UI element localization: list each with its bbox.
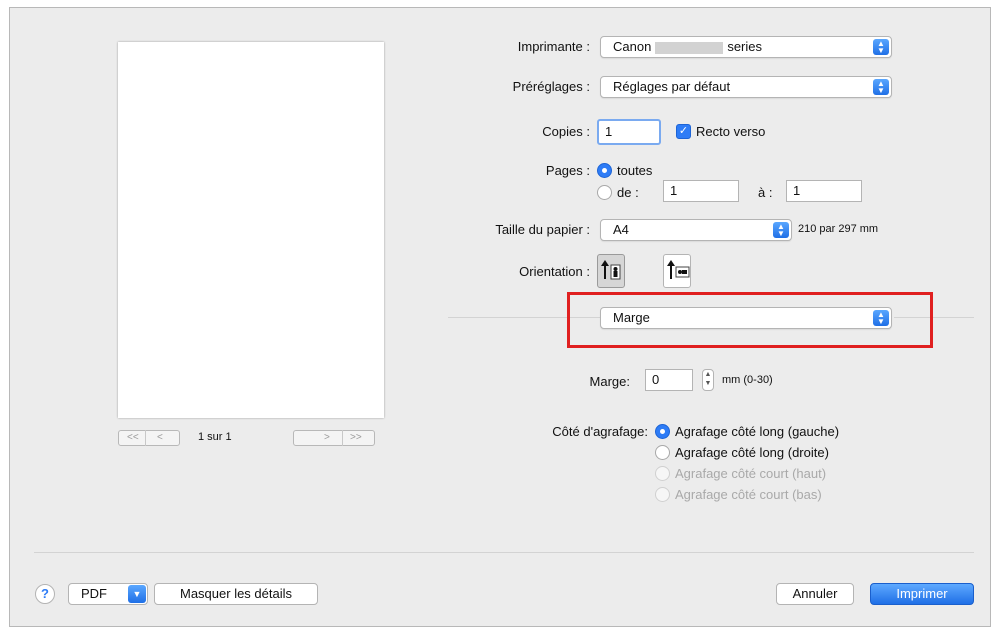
staple-short-bottom-radio	[655, 487, 670, 502]
nav-divider	[342, 430, 343, 446]
hide-details-button[interactable]: Masquer les détails	[154, 583, 318, 605]
popup-arrows-icon: ▲ ▼	[873, 39, 889, 55]
staple-short-top-label: Agrafage côté court (haut)	[675, 466, 827, 481]
margin-label: Marge:	[589, 374, 630, 389]
landscape-orientation-button[interactable]	[663, 254, 691, 288]
preview-first-prev-buttons[interactable]: << <	[118, 430, 180, 446]
section-popup[interactable]: Marge ▲ ▼	[600, 307, 892, 329]
printer-label: Imprimante :	[517, 39, 590, 54]
margin-stepper[interactable]: ▲ ▼	[702, 369, 714, 391]
presets-value: Réglages par défaut	[613, 79, 731, 94]
preview-next-last-buttons[interactable]: > >>	[293, 430, 375, 446]
print-dialog: << < 1 sur 1 > >> Imprimante : Canon seri…	[9, 7, 991, 627]
pdf-menu-button[interactable]: PDF ▼	[68, 583, 148, 605]
pdf-label: PDF	[81, 586, 107, 601]
popup-arrows-icon: ▲ ▼	[773, 222, 789, 238]
staple-long-right-radio[interactable]	[655, 445, 670, 460]
presets-popup[interactable]: Réglages par défaut ▲ ▼	[600, 76, 892, 98]
presets-label: Préréglages :	[512, 79, 590, 94]
orientation-label: Orientation :	[519, 264, 590, 279]
section-popup-value: Marge	[613, 310, 650, 325]
paper-size-popup[interactable]: A4 ▲ ▼	[600, 219, 792, 241]
first-page-button[interactable]: <<	[127, 431, 139, 445]
staple-long-right-label: Agrafage côté long (droite)	[675, 445, 829, 460]
pages-all-radio[interactable]	[597, 163, 612, 178]
print-button[interactable]: Imprimer	[870, 583, 974, 605]
portrait-orientation-button[interactable]	[597, 254, 625, 288]
printer-name-suffix: series	[727, 39, 762, 54]
printer-popup[interactable]: Canon series ▲ ▼	[600, 36, 892, 58]
paper-size-label: Taille du papier :	[495, 222, 590, 237]
landscape-orientation-icon	[667, 260, 690, 279]
paper-size-value: A4	[613, 222, 629, 237]
last-page-button[interactable]: >>	[350, 431, 362, 445]
copies-input[interactable]: 1	[597, 119, 661, 145]
previous-page-button[interactable]: <	[157, 431, 163, 445]
page-preview	[118, 42, 384, 418]
duplex-label: Recto verso	[696, 124, 766, 139]
paper-dimensions: 210 par 297 mm	[798, 223, 879, 235]
chevron-down-icon: ▼	[128, 585, 146, 603]
staple-long-left-radio[interactable]	[655, 424, 670, 439]
nav-divider	[145, 430, 146, 446]
pages-range-radio[interactable]	[597, 185, 612, 200]
staple-short-bottom-label: Agrafage côté court (bas)	[675, 487, 822, 502]
printer-name-prefix: Canon	[613, 39, 652, 54]
page-indicator: 1 sur 1	[198, 431, 232, 443]
pages-all-label: toutes	[617, 163, 653, 178]
help-button[interactable]: ?	[35, 584, 55, 604]
next-page-button[interactable]: >	[324, 431, 330, 445]
pages-from-input[interactable]: 1	[663, 180, 739, 202]
popup-arrows-icon: ▲ ▼	[873, 310, 889, 326]
stapling-label: Côté d'agrafage:	[552, 424, 648, 439]
pages-from-label: de :	[617, 185, 639, 200]
portrait-orientation-icon	[601, 260, 621, 280]
pages-label: Pages :	[545, 163, 590, 178]
margin-range: mm (0-30)	[722, 374, 773, 386]
redacted-model-block	[655, 41, 724, 54]
margin-input[interactable]: 0	[645, 369, 693, 391]
pages-to-label: à :	[758, 185, 773, 200]
staple-long-left-label: Agrafage côté long (gauche)	[675, 424, 840, 439]
footer-separator	[34, 552, 974, 553]
popup-arrows-icon: ▲ ▼	[873, 79, 889, 95]
pages-to-input[interactable]: 1	[786, 180, 862, 202]
cancel-button[interactable]: Annuler	[776, 583, 854, 605]
staple-short-top-radio	[655, 466, 670, 481]
copies-label: Copies :	[542, 124, 590, 139]
duplex-checkbox[interactable]: ✓	[676, 124, 691, 139]
